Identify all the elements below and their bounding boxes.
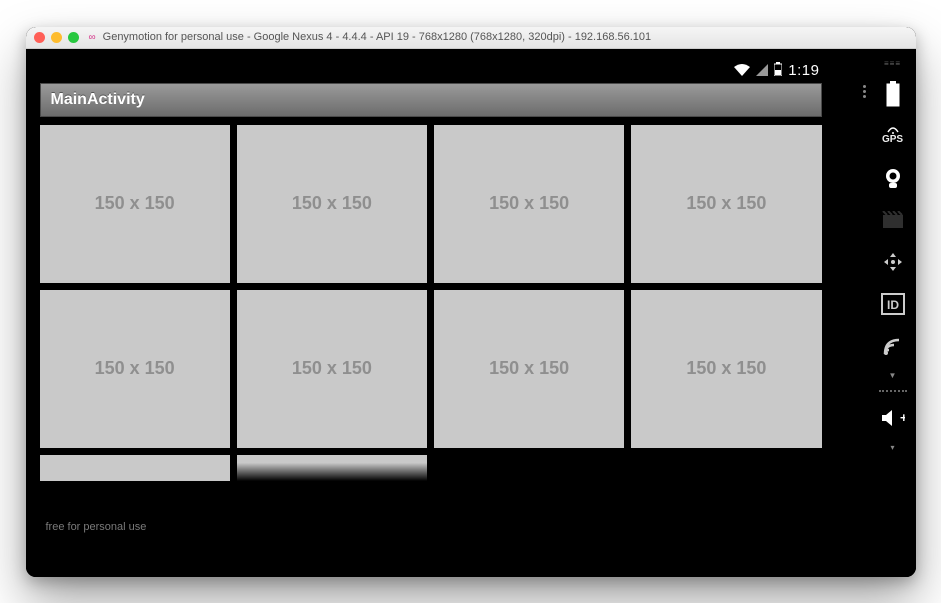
svg-text:ID: ID <box>887 298 899 312</box>
battery-widget-button[interactable] <box>875 78 911 110</box>
android-statusbar: 1:19 <box>36 59 826 83</box>
grid-cell[interactable]: 150 x 150 <box>434 290 624 448</box>
overflow-menu-icon[interactable] <box>863 85 866 98</box>
svg-text:+: + <box>900 410 905 425</box>
placeholder-label: 150 x 150 <box>489 358 569 379</box>
grid-cell[interactable]: 150 x 150 <box>631 125 821 283</box>
remote-control-button[interactable] <box>875 246 911 278</box>
genymotion-sidebar: ≡≡≡ GPS ID ▼ + ▾ <box>870 49 916 577</box>
zoom-icon[interactable] <box>68 32 79 43</box>
identifier-button[interactable]: ID <box>875 288 911 320</box>
grid-cell[interactable]: 150 x 150 <box>434 125 624 283</box>
battery-icon <box>774 62 782 79</box>
close-icon[interactable] <box>34 32 45 43</box>
action-bar: MainActivity <box>40 83 822 117</box>
grid-cell[interactable]: 150 x 150 <box>40 290 230 448</box>
grid-cell[interactable] <box>237 455 427 481</box>
placeholder-label: 150 x 150 <box>686 193 766 214</box>
grid-cell[interactable] <box>40 455 230 481</box>
android-screen: 1:19 MainActivity 150 x 150 150 x 150 15… <box>36 59 826 539</box>
grid-cell[interactable]: 150 x 150 <box>631 290 821 448</box>
camera-button[interactable] <box>875 162 911 194</box>
window-title: Genymotion for personal use - Google Nex… <box>103 31 652 43</box>
minimize-icon[interactable] <box>51 32 62 43</box>
gps-label: GPS <box>882 134 903 145</box>
placeholder-label: 150 x 150 <box>489 193 569 214</box>
grid-cell[interactable]: 150 x 150 <box>237 290 427 448</box>
grid-cell[interactable]: 150 x 150 <box>40 125 230 283</box>
divider <box>879 390 907 392</box>
clock: 1:19 <box>788 62 819 79</box>
placeholder-label: 150 x 150 <box>292 193 372 214</box>
placeholder-label: 150 x 150 <box>95 193 175 214</box>
signal-icon <box>756 63 768 79</box>
placeholder-label: 150 x 150 <box>686 358 766 379</box>
screencast-button[interactable] <box>875 204 911 236</box>
collapse-up-icon[interactable]: ▼ <box>889 372 897 380</box>
volume-up-button[interactable]: + <box>875 402 911 434</box>
placeholder-label: 150 x 150 <box>292 358 372 379</box>
activity-title: MainActivity <box>51 91 145 109</box>
grid-cell[interactable]: 150 x 150 <box>237 125 427 283</box>
mac-titlebar: ∞ Genymotion for personal use - Google N… <box>26 27 916 49</box>
wifi-icon <box>734 63 750 79</box>
watermark-text: free for personal use <box>46 521 147 533</box>
collapse-down-icon[interactable]: ▾ <box>890 444 894 452</box>
device-screen-container: 1:19 MainActivity 150 x 150 150 x 150 15… <box>26 49 916 577</box>
network-button[interactable] <box>875 330 911 362</box>
gps-button[interactable]: GPS <box>875 120 911 152</box>
placeholder-label: 150 x 150 <box>95 358 175 379</box>
app-window: ∞ Genymotion for personal use - Google N… <box>26 27 916 577</box>
genymotion-logo-icon: ∞ <box>89 32 95 43</box>
drag-handle-icon[interactable]: ≡≡≡ <box>884 59 901 68</box>
image-grid[interactable]: 150 x 150 150 x 150 150 x 150 150 x 150 … <box>40 121 822 539</box>
